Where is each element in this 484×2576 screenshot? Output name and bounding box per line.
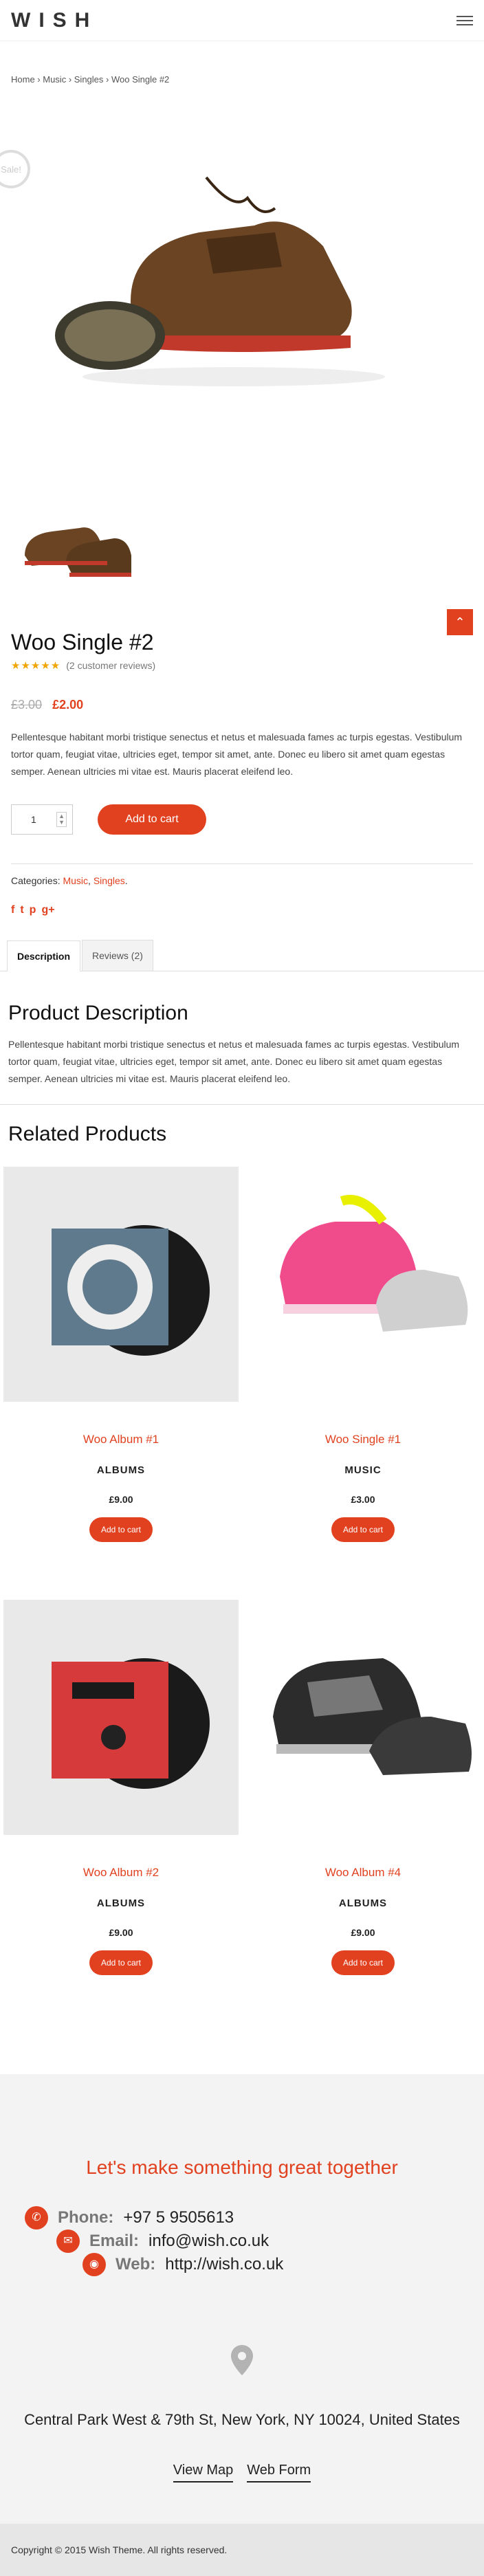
web-form-link[interactable]: Web Form xyxy=(247,2463,311,2483)
product-card-category: MUSIC xyxy=(344,1464,382,1477)
product-description-heading: Product Description xyxy=(8,1001,188,1024)
contact-web: ◉ Web: http://wish.co.uk xyxy=(25,2253,470,2277)
pinterest-icon[interactable]: p xyxy=(30,904,36,916)
add-to-cart-button[interactable]: Add to cart xyxy=(331,1517,395,1543)
product-summary: ⌃ Woo Single #2 ★★★★★ (2 customer review… xyxy=(0,609,484,916)
contact-heading: Let's make something great together xyxy=(86,2157,398,2179)
product-main-image[interactable] xyxy=(28,129,456,418)
breadcrumb-home[interactable]: Home xyxy=(11,74,35,85)
breadcrumb-singles[interactable]: Singles xyxy=(74,74,104,85)
product-card-image[interactable] xyxy=(3,1600,239,1836)
product-description-panel: Product Description Pellentesque habitan… xyxy=(0,1002,484,1088)
product-categories: Categories: Music, Singles. xyxy=(11,874,128,886)
old-price: £3.00 xyxy=(11,698,43,712)
sale-price: £2.00 xyxy=(52,698,84,712)
categories-label: Categories: xyxy=(11,874,60,886)
site-footer: Copyright © 2015 Wish Theme. All rights … xyxy=(0,2524,484,2576)
view-map-link[interactable]: View Map xyxy=(173,2463,234,2483)
twitter-icon[interactable]: t xyxy=(20,904,23,916)
breadcrumb: Home › Music › Singles › Woo Single #2 xyxy=(11,74,170,85)
product-card: Woo Album #4 ALBUMS £9.00 Add to cart xyxy=(242,1600,484,2033)
related-products: Related Products Woo Album #1 ALBUMS £9.… xyxy=(0,1123,484,2033)
product-gallery: Sale! xyxy=(0,129,484,480)
category-link-music[interactable]: Music xyxy=(63,875,88,886)
tab-reviews[interactable]: Reviews (2) xyxy=(82,939,153,971)
breadcrumb-current: Woo Single #2 xyxy=(111,74,170,85)
product-card-category: ALBUMS xyxy=(96,1464,146,1477)
contact-email: ✉ Email: info@wish.co.uk xyxy=(25,2230,470,2254)
product-rating: ★★★★★ (2 customer reviews) xyxy=(11,659,473,672)
product-thumbnail[interactable] xyxy=(11,480,138,606)
product-card-name[interactable]: Woo Album #1 xyxy=(0,1433,242,1446)
tab-description[interactable]: Description xyxy=(7,940,81,971)
site-logo[interactable]: WISH xyxy=(11,9,98,32)
quantity-value: 1 xyxy=(31,813,36,825)
product-card-image[interactable] xyxy=(245,1600,481,1836)
contact-phone: ✆ Phone: +97 5 9505613 xyxy=(25,2206,470,2230)
add-to-cart-button[interactable]: Add to cart xyxy=(89,1950,153,1976)
product-tabs: Description Reviews (2) xyxy=(0,939,484,971)
globe-icon: ◉ xyxy=(82,2253,106,2277)
email-label: Email: xyxy=(89,2232,140,2251)
phone-value[interactable]: +97 5 9505613 xyxy=(123,2208,234,2227)
product-description-text: Pellentesque habitant morbi tristique se… xyxy=(8,1038,460,1084)
add-to-cart-form: 1 ▲ ▼ Add to cart xyxy=(11,804,473,835)
scroll-top-button[interactable]: ⌃ xyxy=(447,609,473,635)
phone-icon: ✆ xyxy=(25,2206,48,2230)
product-price: £3.00 £2.00 xyxy=(11,698,473,712)
contact-links: View Map Web Form xyxy=(14,2463,470,2483)
copyright-text: Copyright © 2015 Wish Theme. All rights … xyxy=(11,2544,228,2556)
contact-section: Let's make something great together ✆ Ph… xyxy=(0,2074,484,2524)
product-card-image[interactable] xyxy=(245,1167,481,1402)
product-card-name[interactable]: Woo Single #1 xyxy=(242,1433,484,1446)
product-card-category: ALBUMS xyxy=(96,1897,146,1910)
product-card: Woo Album #2 ALBUMS £9.00 Add to cart xyxy=(0,1600,242,2033)
product-card-name[interactable]: Woo Album #2 xyxy=(0,1866,242,1880)
quantity-stepper[interactable]: ▲ ▼ xyxy=(56,811,67,827)
facebook-icon[interactable]: f xyxy=(11,904,14,916)
product-title: Woo Single #2 xyxy=(11,630,154,654)
add-to-cart-button[interactable]: Add to cart xyxy=(89,1517,153,1543)
product-short-description: Pellentesque habitant morbi tristique se… xyxy=(11,731,463,778)
quantity-input[interactable]: 1 ▲ ▼ xyxy=(11,804,73,835)
contact-details: ✆ Phone: +97 5 9505613 ✉ Email: info@wis… xyxy=(14,2206,470,2277)
related-products-heading: Related Products xyxy=(8,1123,167,1146)
product-card-price: £9.00 xyxy=(109,1494,133,1506)
web-value[interactable]: http://wish.co.uk xyxy=(165,2255,283,2274)
sale-badge: Sale! xyxy=(0,150,30,188)
breadcrumb-music[interactable]: Music xyxy=(43,74,66,85)
product-card-image[interactable] xyxy=(3,1167,239,1402)
product-card-category: ALBUMS xyxy=(338,1897,388,1910)
menu-icon[interactable] xyxy=(456,15,473,25)
category-link-singles[interactable]: Singles xyxy=(94,875,125,886)
google-plus-icon[interactable]: g+ xyxy=(41,904,54,916)
add-to-cart-button[interactable]: Add to cart xyxy=(331,1950,395,1976)
contact-address: Central Park West & 79th St, New York, N… xyxy=(24,2411,460,2429)
product-card-price: £9.00 xyxy=(351,1927,375,1939)
product-card-price: £9.00 xyxy=(109,1927,133,1939)
site-header: WISH xyxy=(0,0,484,41)
web-label: Web: xyxy=(116,2255,156,2274)
product-card-price: £3.00 xyxy=(351,1494,375,1506)
rating-stars-icon: ★★★★★ xyxy=(11,660,61,672)
phone-label: Phone: xyxy=(58,2208,114,2227)
social-share: f t p g+ xyxy=(11,904,473,916)
email-icon: ✉ xyxy=(56,2230,80,2254)
product-card-name[interactable]: Woo Album #4 xyxy=(242,1866,484,1880)
product-card: Woo Album #1 ALBUMS £9.00 Add to cart xyxy=(0,1167,242,1600)
add-to-cart-button[interactable]: Add to cart xyxy=(98,804,206,835)
email-value[interactable]: info@wish.co.uk xyxy=(148,2232,269,2251)
reviews-link[interactable]: (2 customer reviews) xyxy=(66,660,155,671)
location-pin-icon xyxy=(231,2345,253,2376)
product-card: Woo Single #1 MUSIC £3.00 Add to cart xyxy=(242,1167,484,1600)
